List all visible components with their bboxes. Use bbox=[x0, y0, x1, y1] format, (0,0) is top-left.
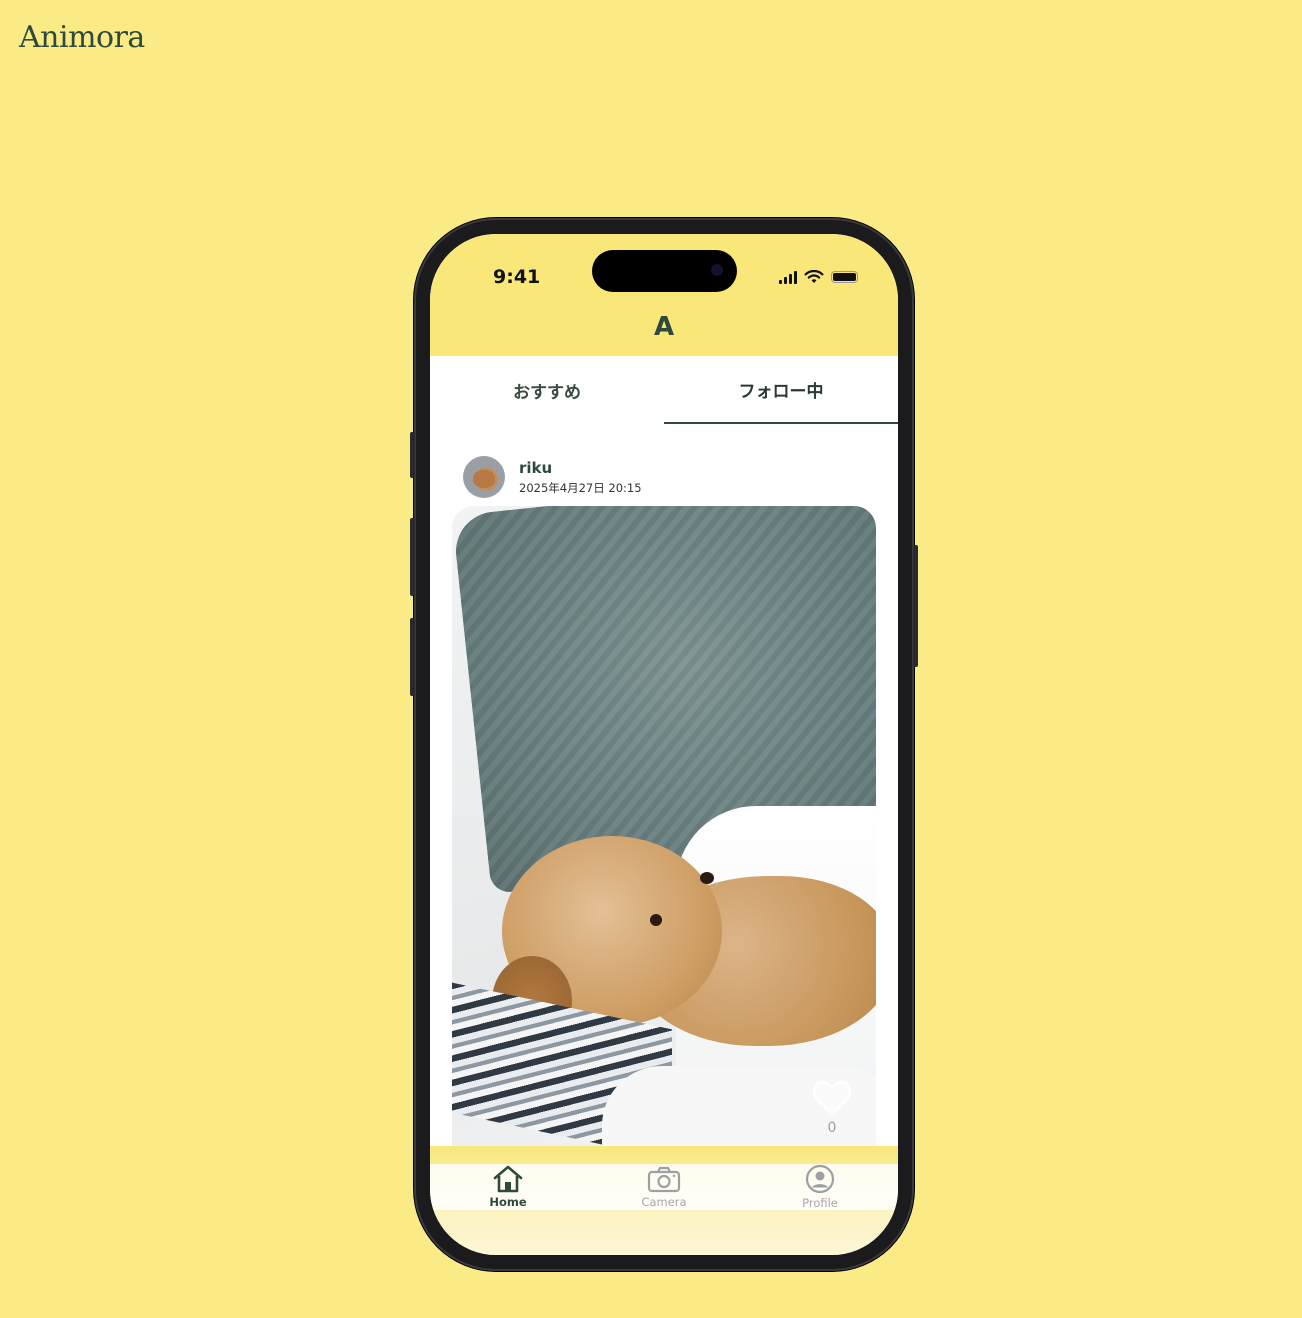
tab-bar-profile-label: Profile bbox=[802, 1196, 838, 1210]
profile-icon bbox=[805, 1164, 835, 1194]
tab-bar-home[interactable]: Home bbox=[430, 1164, 586, 1210]
avatar[interactable] bbox=[463, 456, 505, 498]
home-icon bbox=[493, 1165, 523, 1193]
phone-volume-up-button bbox=[410, 518, 415, 596]
like-button[interactable]: 0 bbox=[811, 1080, 853, 1136]
post-photo[interactable] bbox=[452, 506, 876, 1156]
feed-tabs: おすすめ フォロー中 bbox=[430, 356, 898, 424]
tab-bar-home-label: Home bbox=[489, 1195, 527, 1209]
battery-icon bbox=[831, 271, 858, 283]
cellular-signal-icon bbox=[779, 270, 797, 284]
brand-logo: Animora bbox=[19, 20, 145, 55]
status-icons bbox=[779, 270, 858, 284]
tab-recommended[interactable]: おすすめ bbox=[430, 356, 664, 424]
heart-icon bbox=[812, 1080, 852, 1115]
post-header: riku 2025年4月27日 20:15 bbox=[463, 456, 642, 498]
tab-bar-profile[interactable]: Profile bbox=[742, 1164, 898, 1210]
like-count: 0 bbox=[827, 1120, 837, 1136]
tab-bar: Home Camera Profile bbox=[430, 1164, 898, 1210]
tab-bar-camera-label: Camera bbox=[641, 1195, 687, 1209]
front-camera bbox=[711, 264, 723, 276]
camera-icon bbox=[647, 1166, 681, 1193]
post-username[interactable]: riku bbox=[519, 459, 642, 477]
phone-screen: 9:41 A おすすめ フォロー中 riku 2025年4月27日 20:15 bbox=[430, 234, 898, 1255]
post-timestamp: 2025年4月27日 20:15 bbox=[519, 480, 642, 495]
phone-power-button bbox=[913, 545, 918, 667]
phone-volume-down-button bbox=[410, 618, 415, 696]
status-bar: 9:41 A bbox=[430, 234, 898, 356]
app-header-logo: A bbox=[653, 312, 675, 342]
phone-action-button bbox=[410, 432, 415, 478]
wifi-icon bbox=[804, 270, 824, 283]
dynamic-island bbox=[592, 250, 737, 292]
status-time: 9:41 bbox=[493, 266, 541, 288]
tab-following[interactable]: フォロー中 bbox=[664, 356, 898, 424]
tab-bar-camera[interactable]: Camera bbox=[586, 1164, 742, 1210]
